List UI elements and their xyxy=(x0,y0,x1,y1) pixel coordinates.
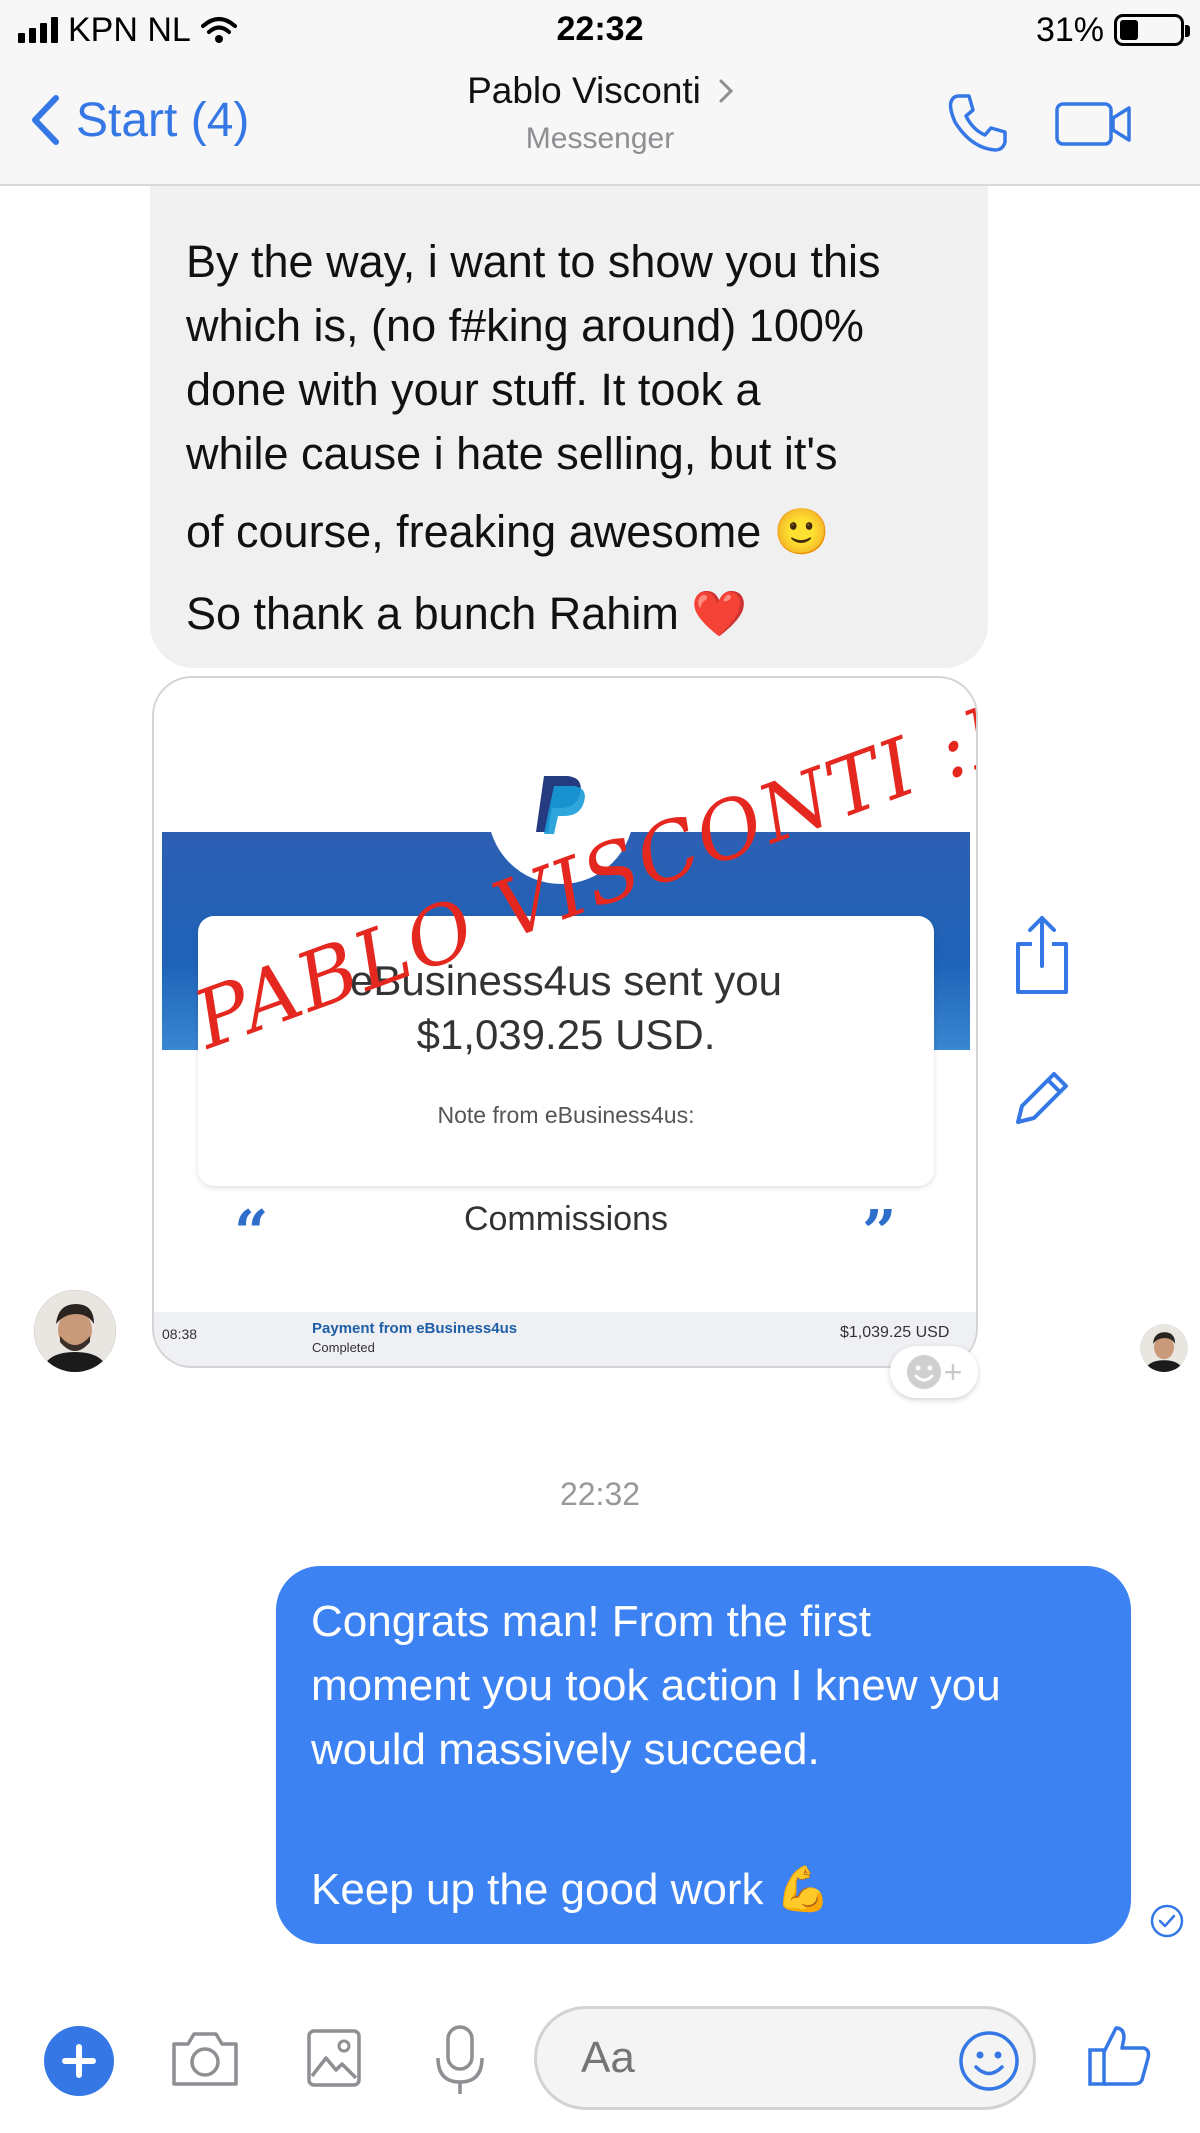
message-line: which is, (no f#king around) 100% xyxy=(186,300,864,351)
contact-avatar-image xyxy=(34,1290,116,1372)
phone-icon[interactable] xyxy=(945,90,1011,156)
transaction-time: 08:38 xyxy=(162,1326,198,1342)
add-reaction-plus: + xyxy=(943,1353,963,1390)
like-icon[interactable] xyxy=(1086,2022,1152,2088)
edit-icon[interactable] xyxy=(1010,1066,1074,1130)
battery-icon xyxy=(1114,14,1190,46)
message-line: Keep up the good work 💪 xyxy=(311,1865,831,1914)
camera-icon[interactable] xyxy=(170,2028,240,2088)
transaction-status: Completed xyxy=(312,1340,375,1355)
add-reaction-icon xyxy=(906,1355,941,1389)
message-line: of course, freaking awesome 🙂 xyxy=(186,506,830,557)
message-line: while cause i hate selling, but it's xyxy=(186,428,838,479)
emoji-icon[interactable] xyxy=(958,2030,1020,2092)
transaction-title: Payment from eBusiness4us xyxy=(312,1320,518,1337)
paypal-logo xyxy=(536,776,585,834)
message-line: By the way, i want to show you this xyxy=(186,236,881,287)
add-reaction-button[interactable]: + xyxy=(890,1346,978,1398)
contact-name: Pablo Visconti xyxy=(467,70,701,111)
image-icon[interactable] xyxy=(306,2028,362,2088)
message-line: So thank a bunch Rahim ❤️ xyxy=(186,588,748,639)
conversation-header[interactable]: Pablo Visconti Messenger xyxy=(300,70,900,156)
message-timestamp: 22:32 xyxy=(559,1476,641,1512)
clock: 22:32 xyxy=(556,10,644,48)
message-line xyxy=(311,1782,1097,1858)
payment-note-label: Note from eBusiness4us: xyxy=(437,1102,695,1128)
seen-avatar-image xyxy=(1140,1324,1188,1372)
back-label: Start (4) xyxy=(76,93,250,147)
video-icon[interactable] xyxy=(1055,100,1133,148)
message-line: done with your stuff. It took a xyxy=(186,364,761,415)
chevron-left-icon xyxy=(32,95,59,145)
transaction-amount: $1,039.25 USD xyxy=(840,1324,950,1341)
read-receipt-icon xyxy=(1150,1904,1184,1938)
navigation-bar: Start (4) Pablo Visconti Messenger xyxy=(0,60,1200,186)
chevron-right-icon xyxy=(719,79,733,103)
contact-name-row: Pablo Visconti xyxy=(467,70,733,112)
contact-subtitle: Messenger xyxy=(525,122,675,155)
transaction-row: 08:38 Payment from eBusiness4us Complete… xyxy=(154,1312,976,1366)
outgoing-message-bubble[interactable]: Congrats man! From the first moment you … xyxy=(276,1566,1131,1944)
seen-avatar xyxy=(1140,1324,1188,1372)
payment-screenshot-card[interactable]: eBusiness4us sent you $1,039.25 USD. Not… xyxy=(152,676,978,1368)
battery-percent: 31% xyxy=(1035,10,1104,49)
payment-note-text: Commissions xyxy=(463,1200,669,1238)
share-icon[interactable] xyxy=(1012,914,1072,996)
microphone-icon[interactable] xyxy=(434,2024,486,2096)
status-bar: KPN NL 22:32 31% xyxy=(0,0,1200,60)
message-line: moment you took action I knew you xyxy=(311,1661,1001,1710)
message-line: Congrats man! From the first xyxy=(311,1597,871,1646)
incoming-message-bubble[interactable]: By the way, i want to show you this whic… xyxy=(150,186,988,668)
back-button[interactable]: Start (4) xyxy=(30,90,249,150)
plus-icon[interactable] xyxy=(44,2026,114,2096)
battery-fill xyxy=(1120,20,1138,40)
contact-avatar[interactable] xyxy=(34,1290,116,1372)
quote-close: ” xyxy=(862,1198,897,1268)
status-right: 31% xyxy=(1035,10,1190,50)
message-line: would massively succeed. xyxy=(311,1725,820,1774)
